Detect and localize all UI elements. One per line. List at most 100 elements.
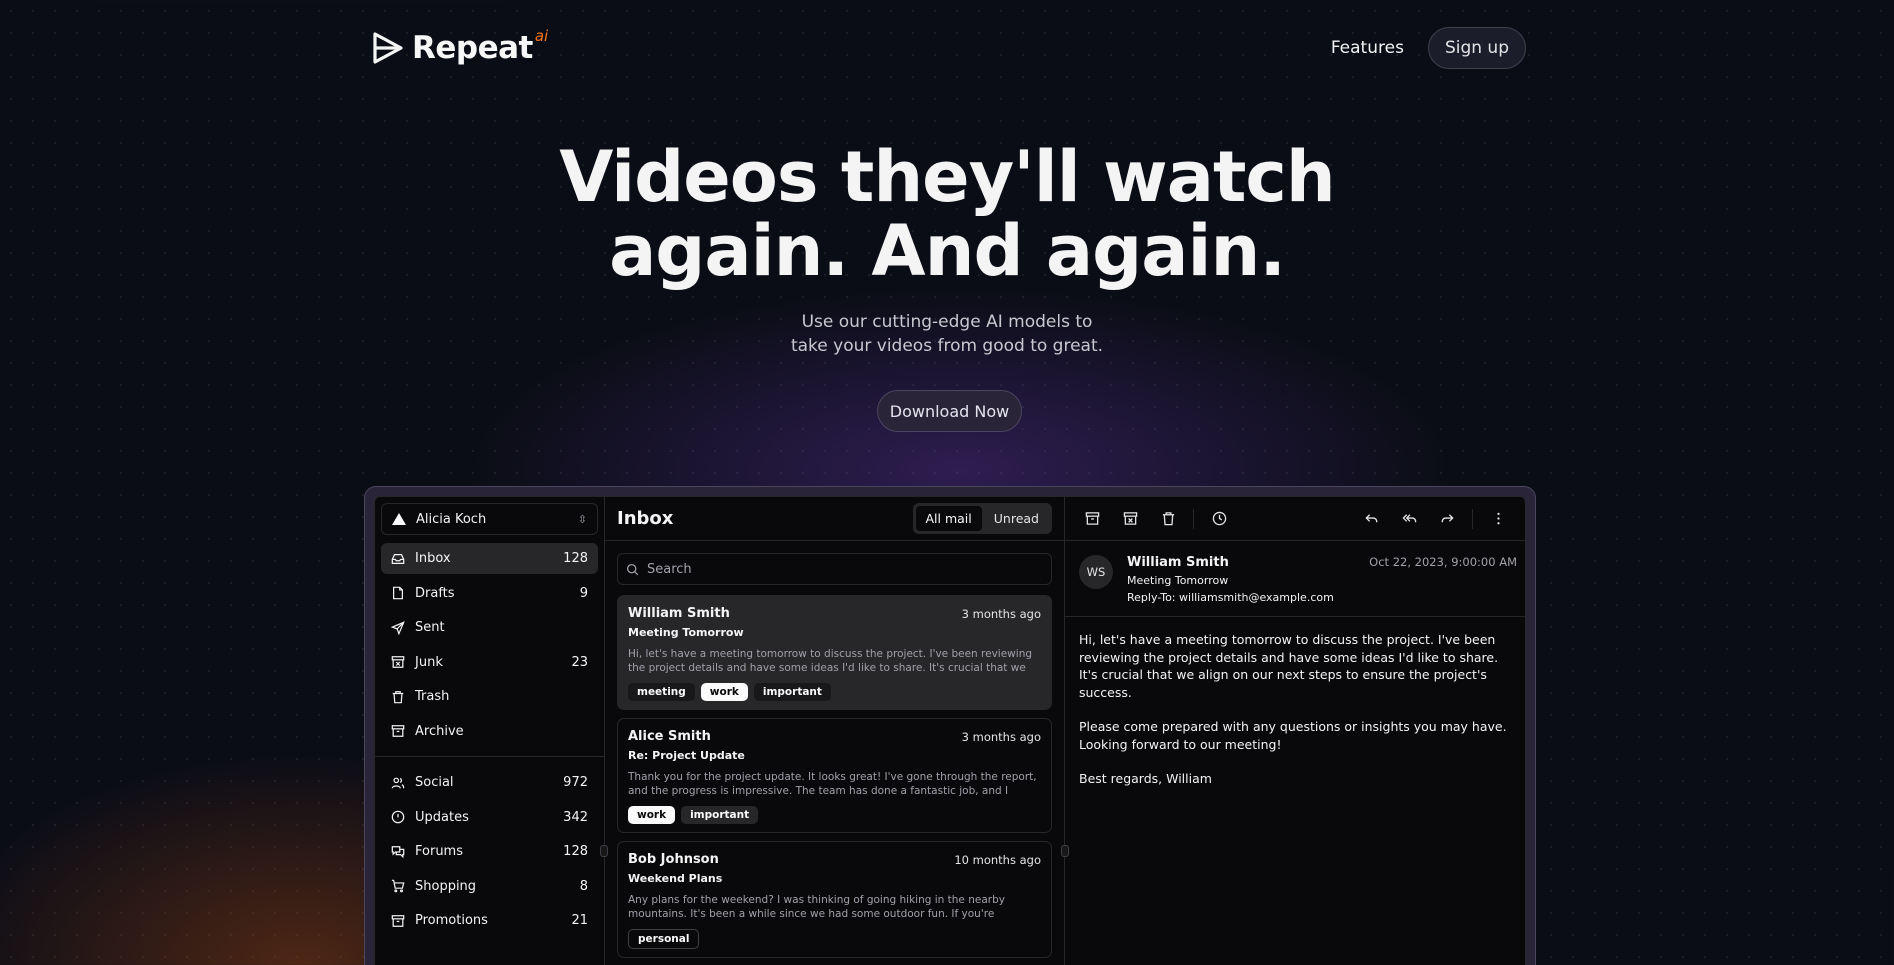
mail-filter-tabs: All mail Unread: [912, 503, 1052, 534]
mail-subject: Meeting Tomorrow: [628, 626, 744, 639]
mail-list-item[interactable]: William Smith 3 months ago Meeting Tomor…: [617, 595, 1052, 710]
sidebar-item-label: Inbox: [415, 551, 451, 566]
avatar: WS: [1079, 555, 1113, 589]
sidebar-item-junk[interactable]: Junk 23: [381, 647, 598, 678]
mail-list-header: Inbox All mail Unread: [605, 497, 1064, 541]
chevrons-up-down-icon: ⇳: [577, 512, 587, 526]
sidebar-item-label: Forums: [415, 844, 463, 859]
resize-handle-left[interactable]: [600, 845, 608, 857]
hero-subtitle-line-2: take your videos from good to great.: [790, 336, 1104, 356]
mail-sender: Bob Johnson: [628, 852, 719, 867]
features-link[interactable]: Features: [1331, 38, 1404, 58]
sidebar-item-label: Junk: [415, 654, 443, 670]
top-nav: Features Sign up: [1331, 27, 1526, 69]
mail-app: Alicia Koch ⇳ Inbox 128 Drafts 9 Sent Ju…: [374, 496, 1526, 965]
mail-tag: personal: [628, 929, 700, 949]
mail-reader-meta: William Smith Meeting Tomorrow Reply-To:…: [1127, 555, 1334, 604]
mail-sender: Alice Smith: [628, 729, 711, 744]
account-name: Alicia Koch: [416, 511, 487, 527]
mail-preview: Hi, let's have a meeting tomorrow to dis…: [628, 648, 1033, 674]
brand-name: Repeat: [412, 30, 533, 66]
archive-icon: [391, 725, 405, 737]
clock-icon: [1212, 511, 1226, 526]
reply-all-icon: [1401, 514, 1416, 523]
toolbar-divider: [1472, 508, 1473, 529]
sidebar-item-inbox[interactable]: Inbox 128: [381, 543, 598, 574]
repeat-logo-icon: [373, 32, 403, 64]
mail-list-item[interactable]: Alice Smith 3 months ago Re: Project Upd…: [617, 718, 1052, 833]
sidebar-item-social[interactable]: Social 972: [381, 767, 598, 798]
mail-time: 3 months ago: [961, 606, 1041, 621]
trash-icon: [1162, 512, 1174, 526]
mail-subject: Weekend Plans: [628, 872, 723, 885]
mail-body-paragraph: Best regards, William: [1079, 771, 1212, 786]
sidebar-item-updates[interactable]: Updates 342: [381, 802, 598, 833]
move-to-junk-button[interactable]: [1113, 504, 1147, 534]
mail-list-title: Inbox: [617, 508, 674, 529]
search-placeholder: Search: [647, 561, 692, 577]
forward-button[interactable]: [1430, 504, 1464, 534]
sidebar-item-count: 128: [563, 844, 588, 859]
mail-tag: work: [628, 806, 676, 824]
hero-title-line-2: again. And again.: [609, 210, 1286, 292]
sidebar-item-forums[interactable]: Forums 128: [381, 836, 598, 867]
mail-list-panel: Inbox All mail Unread Search William Smi…: [600, 497, 1069, 965]
mail-sidebar: Alicia Koch ⇳ Inbox 128 Drafts 9 Sent Ju…: [375, 497, 605, 965]
snooze-button[interactable]: [1202, 504, 1236, 534]
reply-all-button[interactable]: [1392, 504, 1426, 534]
mail-tags: meeting work important: [628, 683, 1041, 701]
mail-time: 3 months ago: [961, 729, 1041, 744]
reader-reply-to: Reply-To: williamsmith@example.com: [1127, 591, 1334, 604]
archive-button[interactable]: [1075, 504, 1109, 534]
account-switcher[interactable]: Alicia Koch ⇳: [381, 503, 598, 535]
tab-unread[interactable]: Unread: [984, 506, 1049, 531]
hero-title: Videos they'll watch again. And again.: [0, 140, 1894, 288]
sidebar-item-sent[interactable]: Sent: [381, 612, 598, 643]
search-icon: [626, 563, 639, 575]
search-input[interactable]: Search: [617, 553, 1052, 585]
archive-x-icon: [1123, 512, 1137, 525]
app-preview-frame: Alicia Koch ⇳ Inbox 128 Drafts 9 Sent Ju…: [364, 486, 1536, 965]
sidebar-item-count: 23: [571, 654, 588, 670]
mail-preview: Thank you for the project update. It loo…: [628, 771, 1037, 797]
tab-all-mail[interactable]: All mail: [915, 506, 982, 531]
more-options-button[interactable]: [1481, 504, 1515, 534]
brand-logo-link[interactable]: Repeat ai: [372, 27, 554, 66]
sidebar-item-label: Promotions: [415, 913, 488, 928]
signup-button[interactable]: Sign up: [1427, 27, 1526, 69]
reader-sender: William Smith: [1127, 555, 1229, 570]
cart-icon: [391, 879, 405, 893]
sidebar-item-shopping[interactable]: Shopping 8: [381, 871, 598, 902]
vercel-triangle-icon: [392, 513, 406, 525]
move-to-trash-button[interactable]: [1151, 504, 1185, 534]
sidebar-item-label: Shopping: [415, 878, 477, 894]
brand-ai-suffix: ai: [534, 27, 549, 45]
mail-tag: work: [700, 683, 748, 701]
messages-icon: [391, 845, 405, 858]
mail-time: 10 months ago: [954, 852, 1041, 867]
sidebar-item-label: Updates: [415, 809, 469, 825]
download-now-button[interactable]: Download Now: [877, 390, 1022, 432]
sidebar-item-archive[interactable]: Archive: [381, 716, 598, 747]
sidebar-item-count: 8: [579, 878, 588, 894]
mail-reader: WS William Smith Meeting Tomorrow Reply-…: [1065, 497, 1525, 965]
site-header: Repeat ai Features Sign up: [372, 26, 1526, 70]
sidebar-item-label: Social: [415, 775, 454, 790]
sidebar-item-count: 21: [571, 913, 588, 928]
reply-button[interactable]: [1354, 504, 1388, 534]
archive-icon: [1085, 512, 1099, 525]
hero-title-line-1: Videos they'll watch: [559, 136, 1336, 218]
mail-sender: William Smith: [628, 606, 730, 621]
sidebar-item-count: 9: [579, 585, 588, 601]
sidebar-item-count: 342: [563, 809, 588, 825]
sidebar-item-promotions[interactable]: Promotions 21: [381, 905, 598, 936]
archive-x-icon: [391, 656, 405, 668]
reader-date: Oct 22, 2023, 9:00:00 AM: [1369, 555, 1517, 569]
alert-circle-icon: [391, 810, 405, 824]
hero-subtitle: Use our cutting-edge AI models to take y…: [0, 310, 1894, 358]
sidebar-item-trash[interactable]: Trash: [381, 681, 598, 712]
mail-list-item[interactable]: Bob Johnson 10 months ago Weekend Plans …: [617, 841, 1052, 958]
sidebar-item-drafts[interactable]: Drafts 9: [381, 578, 598, 609]
sidebar-item-label: Trash: [415, 689, 450, 704]
sidebar-item-count: 972: [563, 775, 588, 790]
